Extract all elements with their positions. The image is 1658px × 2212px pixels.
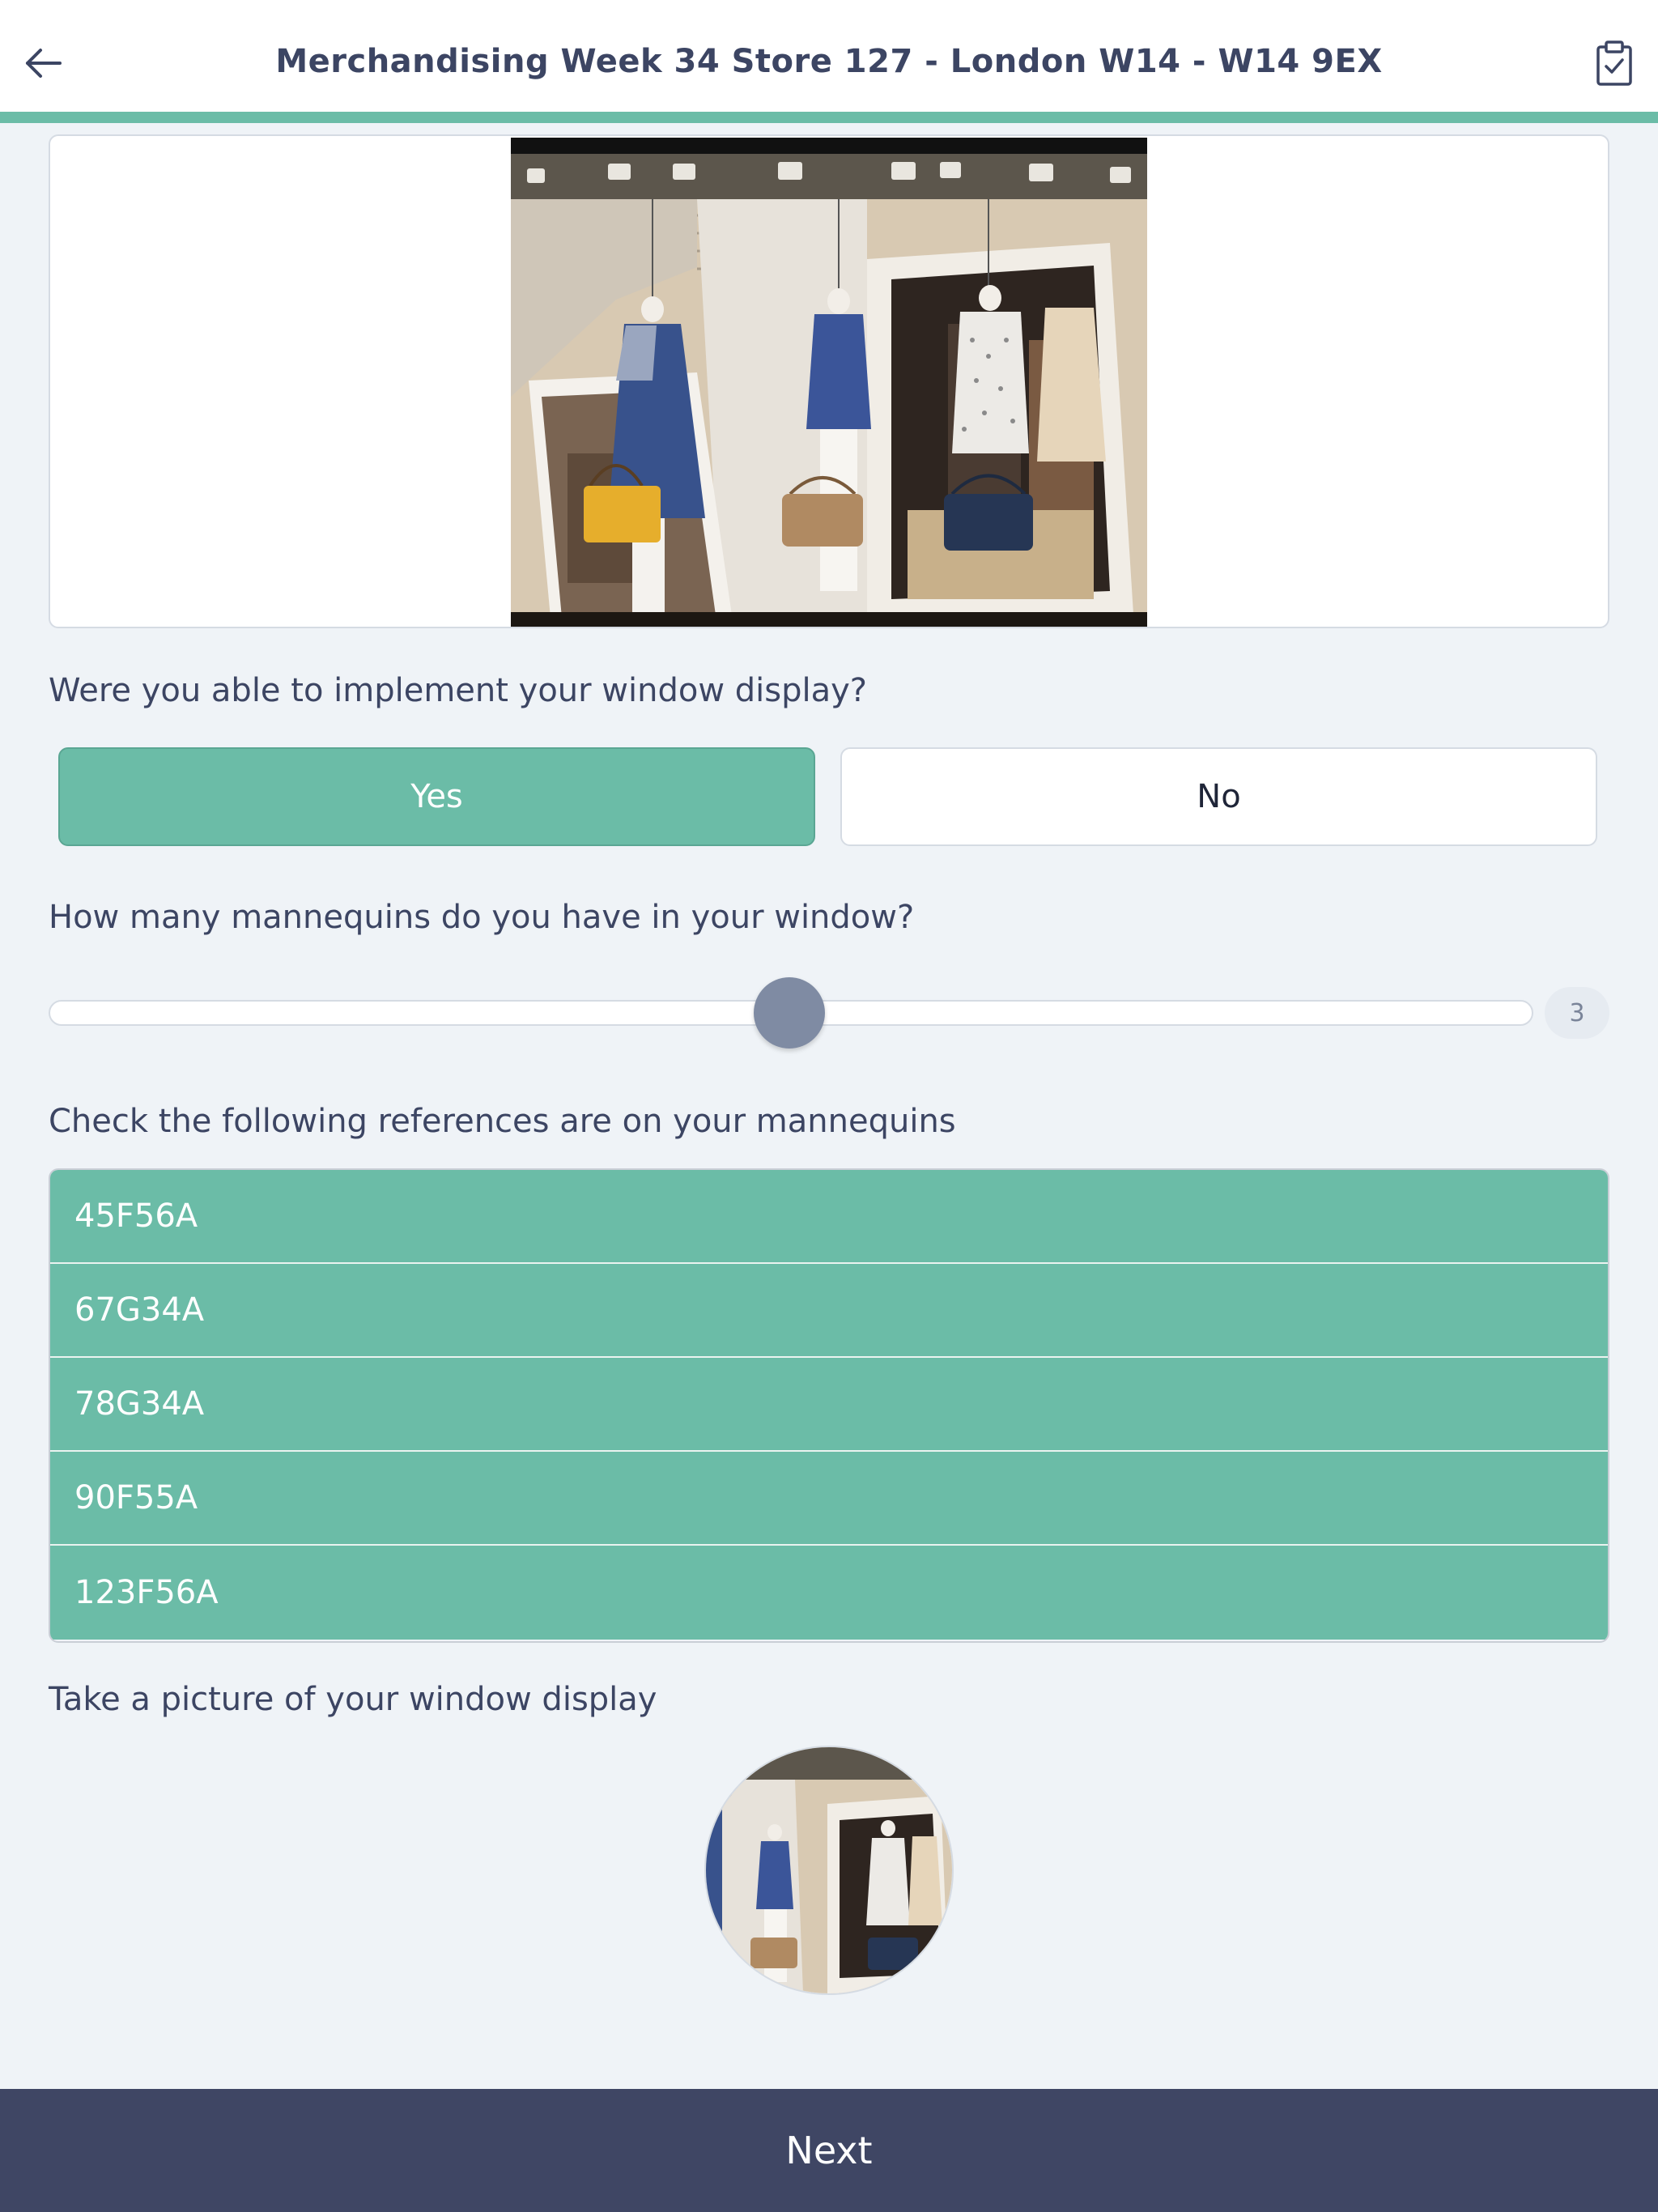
yes-button[interactable]: Yes	[58, 747, 815, 846]
question-references: Check the following references are on yo…	[49, 1103, 956, 1140]
reference-item[interactable]: 78G34A	[50, 1358, 1608, 1452]
reference-item[interactable]: 45F56A	[50, 1170, 1608, 1264]
slider-value-badge: 3	[1545, 987, 1609, 1039]
captured-photo-thumbnail[interactable]	[704, 1746, 954, 1995]
no-button[interactable]: No	[840, 747, 1597, 846]
window-display-reference-image	[511, 138, 1147, 627]
top-bar: Merchandising Week 34 Store 127 - London…	[0, 0, 1658, 123]
slider-thumb[interactable]	[754, 977, 825, 1049]
question-window-display: Were you able to implement your window d…	[49, 672, 868, 709]
page-title: Merchandising Week 34 Store 127 - London…	[275, 43, 1383, 80]
reference-item[interactable]: 123F56A	[50, 1546, 1608, 1640]
next-button[interactable]: Next	[0, 2089, 1658, 2212]
reference-item[interactable]: 90F55A	[50, 1452, 1608, 1546]
arrow-left-icon	[26, 49, 62, 78]
question-picture: Take a picture of your window display	[49, 1681, 657, 1718]
clipboard-check-icon	[1596, 40, 1632, 86]
back-button[interactable]	[18, 37, 70, 89]
reference-image-card	[49, 134, 1609, 628]
reference-item[interactable]: 67G34A	[50, 1264, 1608, 1358]
checklist-button[interactable]	[1588, 37, 1640, 89]
reference-checklist: 45F56A 67G34A 78G34A 90F55A 123F56A	[49, 1168, 1609, 1643]
question-mannequins: How many mannequins do you have in your …	[49, 899, 915, 936]
captured-photo-image	[706, 1747, 952, 1993]
